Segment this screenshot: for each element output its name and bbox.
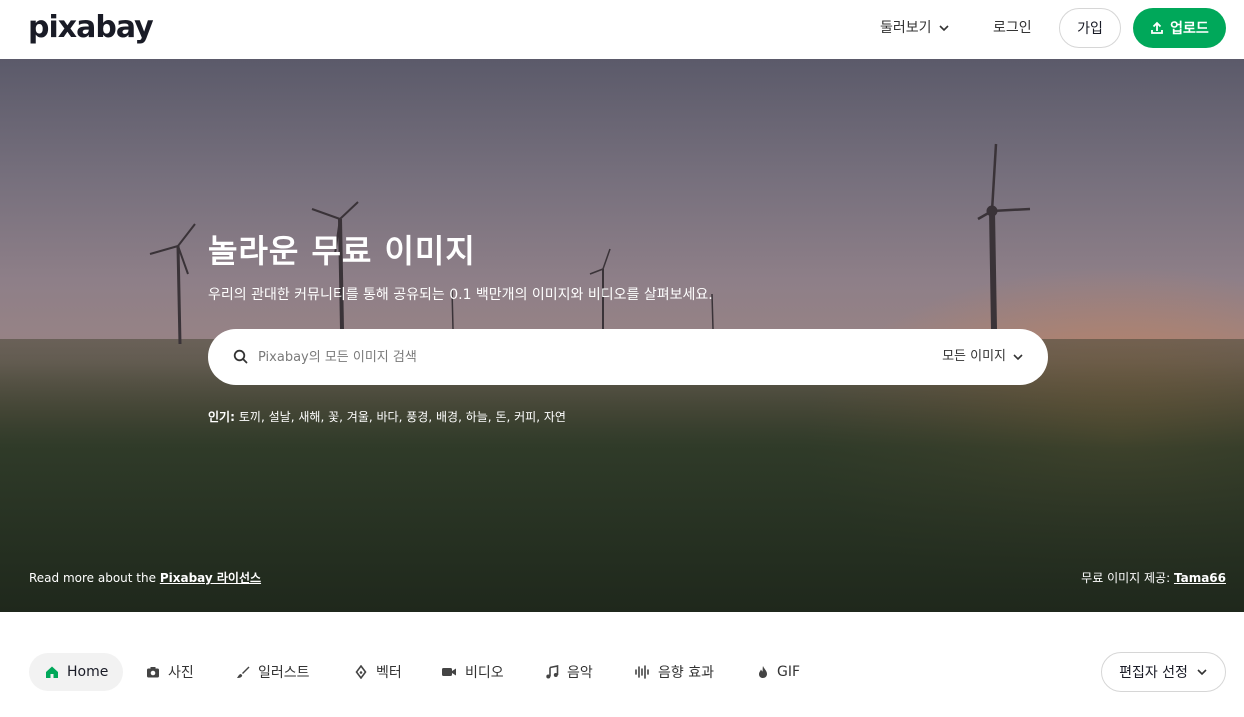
popular-tag[interactable]: 겨울, <box>347 408 373 426</box>
license-note: Read more about the Pixabay 라이선스 <box>29 569 261 587</box>
brush-icon <box>237 666 250 678</box>
category-label: Home <box>67 664 109 680</box>
search-type-dropdown[interactable]: 모든 이미지 <box>942 346 1024 368</box>
music-note-icon <box>546 665 559 679</box>
popular-tag[interactable]: 설날, <box>269 408 295 426</box>
chevron-down-icon <box>938 25 949 32</box>
category-illustration[interactable]: 일러스트 <box>236 653 310 691</box>
category-gif[interactable]: GIF <box>757 653 800 691</box>
category-label: 음향 효과 <box>658 665 714 681</box>
credit-text: 무료 이미지 제공: <box>1081 571 1171 585</box>
chevron-down-icon <box>1013 354 1023 361</box>
category-label: 음악 <box>567 665 593 681</box>
category-label: 비디오 <box>465 665 504 681</box>
category-label: 일러스트 <box>258 665 310 681</box>
hero-subtitle: 우리의 관대한 커뮤니티를 통해 공유되는 0.1 백만개의 이미지와 비디오를… <box>208 287 713 303</box>
upload-icon <box>1151 21 1164 34</box>
login-link[interactable]: 로그인 <box>993 17 1032 39</box>
popular-label: 인기: <box>208 410 235 424</box>
popular-tag[interactable]: 새해, <box>298 408 324 426</box>
popular-tag[interactable]: 풍경, <box>406 408 432 426</box>
popular-searches: 인기: 토끼, 설날, 새해, 꽃, 겨울, 바다, 풍경, 배경, 하늘, 돈… <box>208 408 566 426</box>
search-type-label: 모든 이미지 <box>942 349 1006 364</box>
category-label: GIF <box>777 664 801 680</box>
popular-tag[interactable]: 돈, <box>495 408 510 426</box>
category-label: 벡터 <box>376 665 402 681</box>
category-sound-effects[interactable]: 음향 효과 <box>634 653 714 691</box>
popular-tag[interactable]: 하늘, <box>466 408 492 426</box>
flame-icon <box>759 666 767 678</box>
join-button[interactable]: 가입 <box>1059 8 1121 48</box>
category-home[interactable]: Home <box>29 653 123 691</box>
popular-tag[interactable]: 배경, <box>436 408 462 426</box>
search-bar: 모든 이미지 <box>208 329 1048 385</box>
popular-tag[interactable]: 바다, <box>377 408 403 426</box>
category-label: 사진 <box>168 665 194 681</box>
category-photo[interactable]: 사진 <box>146 653 194 691</box>
popular-tag[interactable]: 토끼, <box>239 408 265 426</box>
popular-tag[interactable]: 자연 <box>544 408 566 426</box>
category-music[interactable]: 음악 <box>545 653 593 691</box>
license-link[interactable]: Pixabay 라이선스 <box>160 571 261 585</box>
chevron-down-icon <box>1197 669 1207 676</box>
pen-nib-icon <box>355 665 367 679</box>
pixabay-logo[interactable]: pixabay <box>28 9 154 47</box>
image-credit: 무료 이미지 제공: Tama66 <box>1081 569 1226 587</box>
credit-author-link[interactable]: Tama66 <box>1174 571 1226 585</box>
upload-button[interactable]: 업로드 <box>1133 8 1226 48</box>
home-icon <box>46 666 58 678</box>
popular-tag[interactable]: 커피, <box>514 408 540 426</box>
popular-tag[interactable]: 꽃, <box>328 408 343 426</box>
category-video[interactable]: 비디오 <box>441 653 504 691</box>
upload-label: 업로드 <box>1170 21 1209 37</box>
search-icon[interactable] <box>232 348 250 366</box>
license-text: Read more about the <box>29 571 156 585</box>
editor-pick-dropdown[interactable]: 편집자 선정 <box>1101 652 1226 692</box>
category-vector[interactable]: 벡터 <box>354 653 402 691</box>
hero-title: 놀라운 무료 이미지 <box>208 232 476 270</box>
camera-icon <box>147 667 159 678</box>
category-nav: Home 사진 일러스트 벡터 비디오 음악 음향 효과 GIF 편집자 선정 <box>0 612 1244 717</box>
explore-menu[interactable]: 둘러보기 <box>880 17 950 39</box>
top-header: pixabay 둘러보기 로그인 가입 업로드 <box>0 0 1244 59</box>
video-icon <box>442 668 456 676</box>
sound-wave-icon <box>635 665 649 679</box>
editor-pick-label: 편집자 선정 <box>1119 665 1188 681</box>
search-input[interactable] <box>258 337 898 377</box>
explore-label: 둘러보기 <box>880 20 932 36</box>
hero-banner: 놀라운 무료 이미지 우리의 관대한 커뮤니티를 통해 공유되는 0.1 백만개… <box>0 59 1244 612</box>
